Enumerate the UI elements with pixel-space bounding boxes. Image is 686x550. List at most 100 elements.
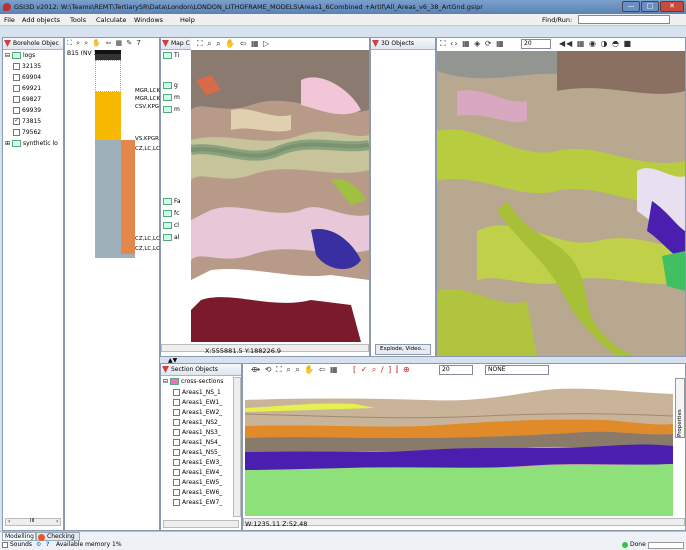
log-layer-clay (95, 140, 121, 254)
minimize-button[interactable]: — (622, 1, 640, 12)
help-icon[interactable]: ? (46, 541, 49, 548)
section-edit-toolbar[interactable]: [ ✓ ⌕ ∕ ] ⫿ ⊕ (353, 365, 411, 375)
section-list-scrollbar[interactable] (233, 377, 241, 517)
3d-zoom-select[interactable]: 20 (521, 39, 551, 49)
tab-checking[interactable]: Checking (36, 532, 80, 541)
window-title: GSI3D v2012: W:\Teams\REMT\TertiarySR\Da… (14, 3, 483, 11)
log-layer-orange (121, 140, 135, 258)
section-panel-title: Section Objects (171, 366, 218, 373)
section-item[interactable]: Areas1_NS4_ (173, 439, 221, 446)
section-panel-header: Section Objects (161, 364, 241, 376)
borehole-panel-header: Borehole Objec (3, 38, 63, 50)
menu-tools[interactable]: Tools (70, 16, 86, 24)
3d-toolbar-right[interactable]: ◀◀ ▦ ◉ ◑ ◓ ■ (559, 39, 632, 48)
tree-node-logs[interactable]: ⊟ logs (5, 52, 35, 59)
3d-panel-title: 3D Objects (381, 40, 415, 47)
map-layer-item[interactable]: m (163, 106, 180, 113)
log-label: MGR,LCK (135, 88, 161, 94)
maximize-button[interactable]: □ (641, 1, 659, 12)
section-item[interactable]: Areas1_EW7_ (173, 499, 222, 506)
panel-collapse-icon[interactable] (372, 40, 379, 47)
menu-bar: File Add objects Tools Calculate Windows… (0, 14, 686, 26)
progress-bar (648, 542, 684, 549)
panel-collapse-icon[interactable] (162, 40, 169, 47)
log-label: MGR,LCK (135, 96, 161, 102)
section-item[interactable]: Areas1_NS2_ (173, 419, 221, 426)
map-panel-title: Map C (171, 40, 190, 47)
map-toolbar[interactable]: ⛶ ⌕ ⌕ ✋ ⇦ ▦ ▷ (197, 39, 270, 49)
menu-add-objects[interactable]: Add objects (22, 16, 60, 24)
borehole-item[interactable]: 32135 (13, 63, 41, 70)
geological-map-canvas[interactable] (191, 50, 369, 342)
section-scrollbar[interactable] (243, 518, 685, 526)
findrun-input[interactable] (578, 15, 670, 24)
borehole-objects-panel: Borehole Objec ⊟ logs 32135 69904 69921 … (2, 37, 64, 531)
map-layer-item[interactable]: cl (163, 222, 179, 229)
borehole-item[interactable]: 69921 (13, 85, 41, 92)
done-status: Done (630, 541, 646, 548)
map-layer-item[interactable]: g (163, 82, 178, 89)
tree-node-cross-sections[interactable]: ⊟ cross-sections (163, 378, 223, 385)
section-item[interactable]: Areas1_NS5_ (173, 449, 221, 456)
map-panel: Map C ⛶ ⌕ ⌕ ✋ ⇦ ▦ ▷ Ti g m m Fa fc cl al… (160, 37, 370, 357)
borehole-item[interactable]: 69827 (13, 96, 41, 103)
section-list-hscroll[interactable] (163, 520, 239, 528)
settings-icon[interactable]: ⚙ (36, 541, 41, 548)
section-zoom-select[interactable]: 20 (439, 365, 473, 375)
menu-help[interactable]: Help (180, 16, 195, 24)
section-item[interactable]: Areas1_EW3_ (173, 459, 222, 466)
map-layer-item[interactable]: Fa (163, 198, 181, 205)
panel-collapse-icon[interactable] (4, 40, 11, 47)
log-toolbar[interactable]: ⛶ ⌕ ⌕ ✋ ⇦ ▦ ✎ 7 (67, 39, 142, 48)
panel-collapse-icon[interactable] (162, 366, 169, 373)
log-label: CSV,KPG (135, 104, 160, 110)
borehole-item[interactable]: 69904 (13, 74, 41, 81)
log-label: CZ,LC,LC (135, 246, 160, 252)
map-coords: X:555881.5 Y:188226.9 (205, 347, 282, 355)
explode-video-button[interactable]: Explode, Video... (375, 344, 431, 355)
map-layer-item[interactable]: fc (163, 210, 179, 217)
section-coords: W:1235.11 Z:52.48 (245, 520, 308, 528)
section-surface-select[interactable]: NONE (485, 365, 549, 375)
section-item[interactable]: Areas1_EW1_ (173, 399, 222, 406)
section-item[interactable]: Areas1_NS_1 (173, 389, 221, 396)
borehole-scrollbar[interactable]: ‹ III › (5, 518, 61, 526)
log-layer-gravel (95, 60, 121, 92)
log-layer-sand (95, 92, 121, 140)
section-item[interactable]: Areas1_EW6_ (173, 489, 222, 496)
log-layer-base (95, 254, 135, 258)
menu-windows[interactable]: Windows (134, 16, 163, 24)
section-item[interactable]: Areas1_EW4_ (173, 469, 222, 476)
app-icon (3, 3, 11, 11)
3d-view: ⛶ ‹› ▦ ◈ ⟳ ▦ 20 ◀◀ ▦ ◉ ◑ ◓ ■ (436, 37, 686, 357)
map-layer-item[interactable]: m (163, 94, 180, 101)
3d-model-canvas[interactable] (437, 51, 685, 356)
section-toolbar[interactable]: ⟴ ⟲ ⛶ ⌕ ⌕ ✋ ⇦ ▦ (251, 365, 339, 375)
borehole-item[interactable]: 69939 (13, 107, 41, 114)
tab-bar: Modelling Checking (0, 531, 686, 541)
log-label: CZ,LC,LC (135, 146, 160, 152)
map-layer-item[interactable]: Ti (163, 52, 179, 59)
title-bar: GSI3D v2012: W:\Teams\REMT\TertiarySR\Da… (0, 0, 686, 14)
section-item[interactable]: Areas1_EW2_ (173, 409, 222, 416)
menu-file[interactable]: File (4, 16, 15, 24)
borehole-panel-title: Borehole Objec (13, 40, 59, 47)
cross-section-canvas[interactable] (245, 378, 673, 516)
borehole-item-checked[interactable]: 73815 (13, 118, 41, 125)
3d-objects-panel: 3D Objects Explode, Video... (370, 37, 436, 357)
done-indicator-icon (622, 542, 628, 548)
menu-calculate[interactable]: Calculate (96, 16, 126, 24)
section-item[interactable]: Areas1_NS3_ (173, 429, 221, 436)
borehole-item[interactable]: 79562 (13, 129, 41, 136)
sounds-checkbox[interactable] (2, 542, 8, 548)
properties-tab[interactable]: Properties (675, 378, 685, 438)
memory-status: Available memory 1% (56, 541, 122, 548)
map-layer-item[interactable]: al (163, 234, 179, 241)
close-button[interactable]: ✕ (660, 1, 684, 12)
sounds-label: Sounds (10, 541, 33, 548)
section-item[interactable]: Areas1_EW5_ (173, 479, 222, 486)
3d-toolbar[interactable]: ⛶ ‹› ▦ ◈ ⟳ ▦ (440, 39, 505, 49)
tree-node-synthetic[interactable]: ⊞ synthetic lo (5, 140, 58, 147)
section-view: ⟴ ⟲ ⛶ ⌕ ⌕ ✋ ⇦ ▦ [ ✓ ⌕ ∕ ] ⫿ ⊕ 20 NONE Pr… (242, 363, 686, 531)
tab-modelling[interactable]: Modelling (2, 532, 36, 541)
